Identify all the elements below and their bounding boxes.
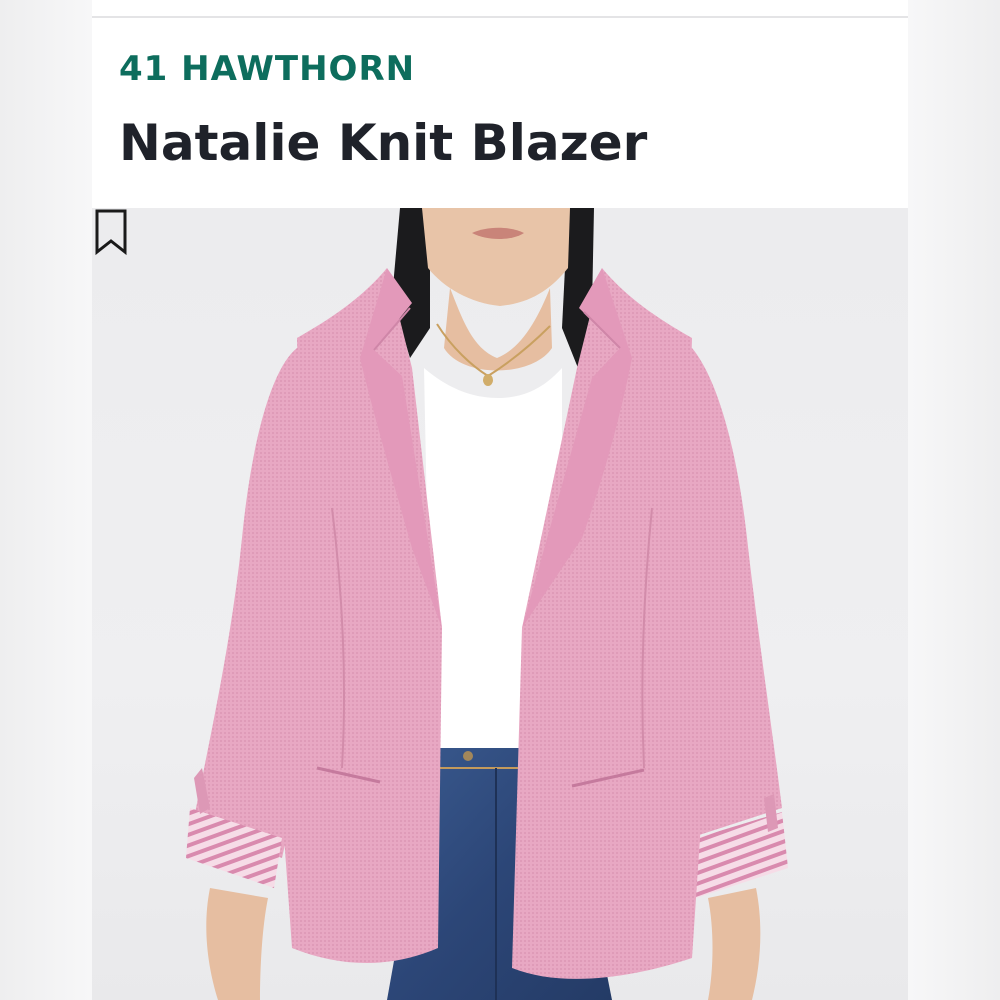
product-title: Natalie Knit Blazer xyxy=(119,114,648,172)
brand-name[interactable]: 41 HAWTHORN xyxy=(119,49,415,89)
product-card: 41 HAWTHORN Natalie Knit Blazer xyxy=(92,0,908,1000)
model-illustration xyxy=(186,208,788,1000)
product-header: 41 HAWTHORN Natalie Knit Blazer xyxy=(92,18,908,208)
product-photo[interactable] xyxy=(92,208,908,1000)
listing-page: 41 HAWTHORN Natalie Knit Blazer xyxy=(0,0,1000,1000)
bookmark-icon[interactable] xyxy=(92,208,130,256)
